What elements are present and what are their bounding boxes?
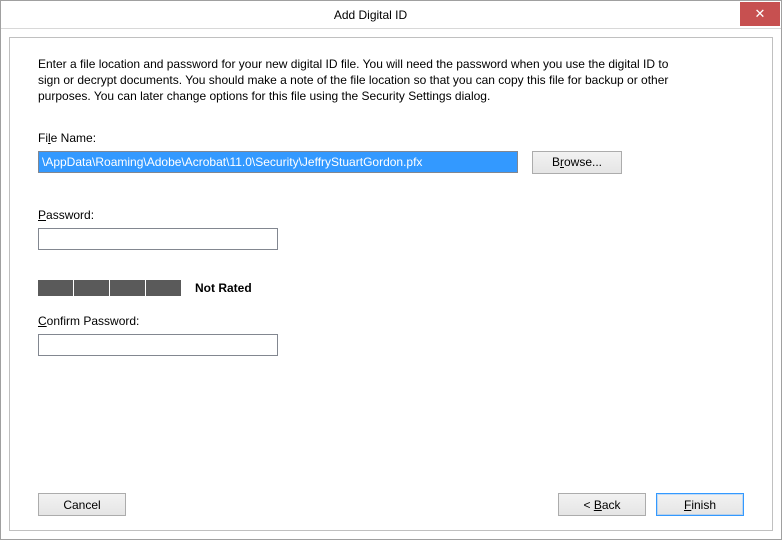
strength-segment (110, 280, 145, 296)
password-strength-row: Not Rated (38, 280, 744, 296)
browse-button[interactable]: Browse... (532, 151, 622, 174)
strength-segment (146, 280, 181, 296)
confirm-password-label: Confirm Password: (38, 314, 744, 328)
add-digital-id-window: Add Digital ID ✕ Enter a file location a… (0, 0, 782, 540)
dialog-button-row: Cancel < Back Finish (38, 481, 744, 516)
confirm-password-block: Confirm Password: (38, 314, 744, 356)
close-button[interactable]: ✕ (740, 2, 780, 26)
strength-segment (38, 280, 73, 296)
file-name-row: Browse... (38, 151, 744, 174)
password-block: Password: (38, 208, 744, 250)
close-icon: ✕ (755, 7, 766, 20)
file-name-label: File Name: (38, 131, 744, 145)
instructions-text: Enter a file location and password for y… (38, 56, 678, 105)
inner-panel: Enter a file location and password for y… (9, 37, 773, 531)
content-wrap: Enter a file location and password for y… (1, 29, 781, 539)
window-title: Add Digital ID (1, 8, 740, 22)
back-button[interactable]: < Back (558, 493, 646, 516)
password-label: Password: (38, 208, 744, 222)
strength-segment (74, 280, 109, 296)
confirm-password-input[interactable] (38, 334, 278, 356)
finish-button[interactable]: Finish (656, 493, 744, 516)
password-input[interactable] (38, 228, 278, 250)
password-strength-label: Not Rated (195, 281, 252, 295)
file-name-input[interactable] (38, 151, 518, 173)
titlebar: Add Digital ID ✕ (1, 1, 781, 29)
password-strength-meter (38, 280, 181, 296)
cancel-button[interactable]: Cancel (38, 493, 126, 516)
